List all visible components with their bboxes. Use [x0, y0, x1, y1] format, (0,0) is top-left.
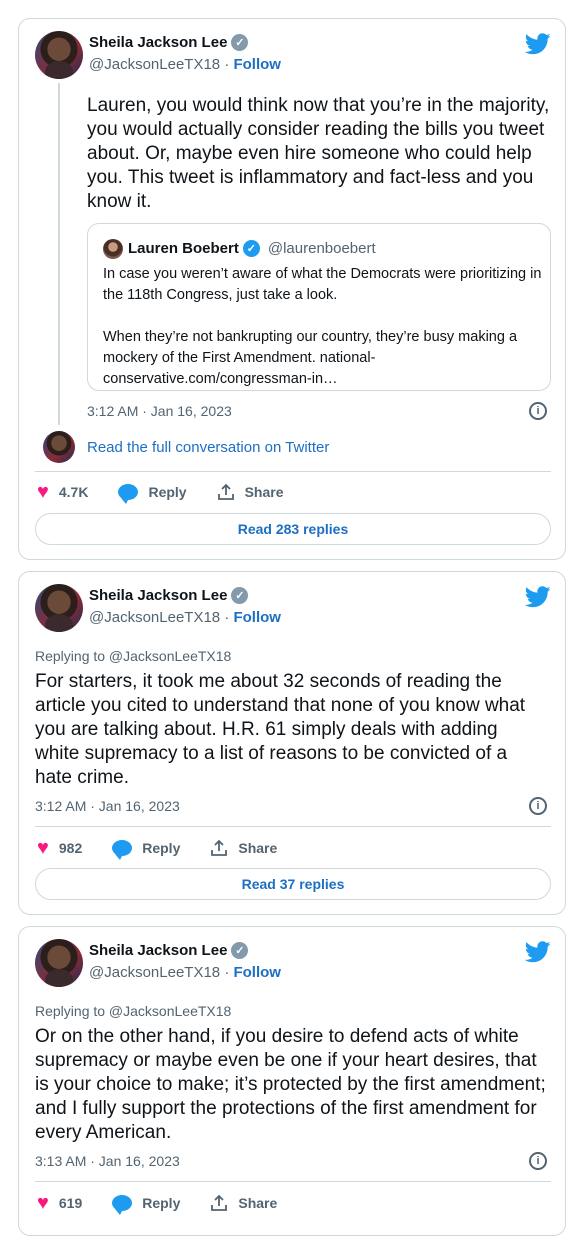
timestamp[interactable]: 3:13 AM · Jan 16, 2023 [35, 1153, 180, 1169]
twitter-bird-icon[interactable] [525, 586, 551, 608]
share-label: Share [244, 484, 284, 500]
action-bar: ♥ 982 Reply Share [37, 838, 307, 860]
author-handle[interactable]: @JacksonLeeTX18 [89, 609, 220, 626]
share-icon [217, 483, 234, 500]
author-name[interactable]: Sheila Jackson Lee [89, 942, 227, 959]
avatar-small[interactable] [43, 431, 75, 463]
tweet-header: Sheila Jackson Lee ✓ @JacksonLeeTX18 · F… [35, 584, 551, 636]
quoted-text: In case you weren’t aware of what the De… [103, 264, 543, 390]
quoted-author-name: Lauren Boebert [128, 240, 239, 257]
tweet-text: Lauren, you would think now that you’re … [87, 95, 550, 212]
handle-row: @JacksonLeeTX18 · Follow [89, 56, 281, 73]
tweet-card: Sheila Jackson Lee ✓ @JacksonLeeTX18 · F… [18, 18, 566, 560]
divider [35, 471, 551, 472]
thread-line [58, 83, 60, 425]
author-row: Sheila Jackson Lee ✓ [89, 942, 249, 959]
quoted-avatar[interactable] [103, 239, 123, 259]
reply-label: Reply [142, 1195, 181, 1211]
reply-label: Reply [142, 840, 181, 856]
replying-to[interactable]: Replying to @JacksonLeeTX18 [35, 648, 231, 664]
timestamp[interactable]: 3:12 AM · Jan 16, 2023 [87, 403, 232, 419]
avatar[interactable] [35, 939, 83, 987]
read-replies-button[interactable]: Read 37 replies [35, 868, 551, 900]
divider [35, 826, 551, 827]
full-conversation-link[interactable]: Read the full conversation on Twitter [87, 439, 329, 456]
reply-bubble-icon [112, 1195, 133, 1215]
handle-row: @JacksonLeeTX18 · Follow [89, 964, 281, 981]
info-icon[interactable]: i [529, 797, 547, 815]
like-button[interactable]: ♥ 982 [37, 838, 82, 858]
tweet-text: Or on the other hand, if you desire to d… [35, 1026, 546, 1143]
read-replies-button[interactable]: Read 283 replies [35, 513, 551, 545]
heart-icon: ♥ [37, 837, 49, 859]
share-button[interactable]: Share [210, 839, 277, 857]
heart-icon: ♥ [37, 481, 49, 503]
share-icon [211, 839, 228, 856]
tweet-card: Sheila Jackson Lee ✓ @JacksonLeeTX18 · F… [18, 926, 566, 1236]
quoted-author-handle: @laurenboebert [267, 240, 376, 257]
quoted-author-row: Lauren Boebert ✓ @laurenboebert [128, 240, 376, 257]
share-icon [211, 1194, 228, 1211]
reply-bubble-icon [118, 484, 139, 504]
reply-bubble-icon [112, 840, 133, 860]
like-count: 619 [58, 1195, 83, 1211]
like-button[interactable]: ♥ 4.7K [37, 482, 88, 502]
verified-badge-icon: ✓ [231, 34, 249, 51]
info-icon[interactable]: i [529, 402, 547, 420]
tweet-header: Sheila Jackson Lee ✓ @JacksonLeeTX18 · F… [35, 31, 551, 83]
follow-link[interactable]: Follow [233, 964, 281, 981]
verified-badge-icon: ✓ [242, 240, 260, 257]
quoted-text-paragraph: When they’re not bankrupting our country… [103, 329, 518, 387]
verified-badge-icon: ✓ [231, 942, 249, 959]
share-label: Share [238, 1195, 278, 1211]
like-button[interactable]: ♥ 619 [37, 1193, 82, 1213]
action-bar: ♥ 4.7K Reply Share [37, 482, 314, 504]
info-icon[interactable]: i [529, 1152, 547, 1170]
reply-label: Reply [148, 484, 187, 500]
avatar[interactable] [35, 31, 83, 79]
action-bar: ♥ 619 Reply Share [37, 1193, 307, 1215]
heart-icon: ♥ [37, 1192, 49, 1214]
tweet-card: Sheila Jackson Lee ✓ @JacksonLeeTX18 · F… [18, 571, 566, 915]
follow-link[interactable]: Follow [233, 56, 281, 73]
verified-badge-icon: ✓ [231, 587, 249, 604]
author-handle[interactable]: @JacksonLeeTX18 [89, 56, 220, 73]
reply-button[interactable]: Reply [118, 484, 187, 504]
handle-row: @JacksonLeeTX18 · Follow [89, 609, 281, 626]
replying-to[interactable]: Replying to @JacksonLeeTX18 [35, 1003, 231, 1019]
twitter-bird-icon[interactable] [525, 33, 551, 55]
divider [35, 1181, 551, 1182]
like-count: 4.7K [58, 484, 89, 500]
share-button[interactable]: Share [210, 1194, 277, 1212]
follow-link[interactable]: Follow [233, 609, 281, 626]
avatar[interactable] [35, 584, 83, 632]
author-row: Sheila Jackson Lee ✓ [89, 34, 249, 51]
tweet-header: Sheila Jackson Lee ✓ @JacksonLeeTX18 · F… [35, 939, 551, 991]
share-button[interactable]: Share [217, 483, 284, 501]
quoted-tweet[interactable]: Lauren Boebert ✓ @laurenboebert In case … [87, 223, 551, 391]
author-name[interactable]: Sheila Jackson Lee [89, 587, 227, 604]
reply-button[interactable]: Reply [112, 1195, 181, 1215]
reply-button[interactable]: Reply [112, 840, 181, 860]
tweet-text: For starters, it took me about 32 second… [35, 671, 526, 788]
timestamp[interactable]: 3:12 AM · Jan 16, 2023 [35, 798, 180, 814]
share-label: Share [238, 840, 278, 856]
twitter-bird-icon[interactable] [525, 941, 551, 963]
author-name[interactable]: Sheila Jackson Lee [89, 34, 227, 51]
like-count: 982 [58, 840, 83, 856]
quoted-text-paragraph: In case you weren’t aware of what the De… [103, 266, 542, 303]
author-handle[interactable]: @JacksonLeeTX18 [89, 964, 220, 981]
author-row: Sheila Jackson Lee ✓ [89, 587, 249, 604]
